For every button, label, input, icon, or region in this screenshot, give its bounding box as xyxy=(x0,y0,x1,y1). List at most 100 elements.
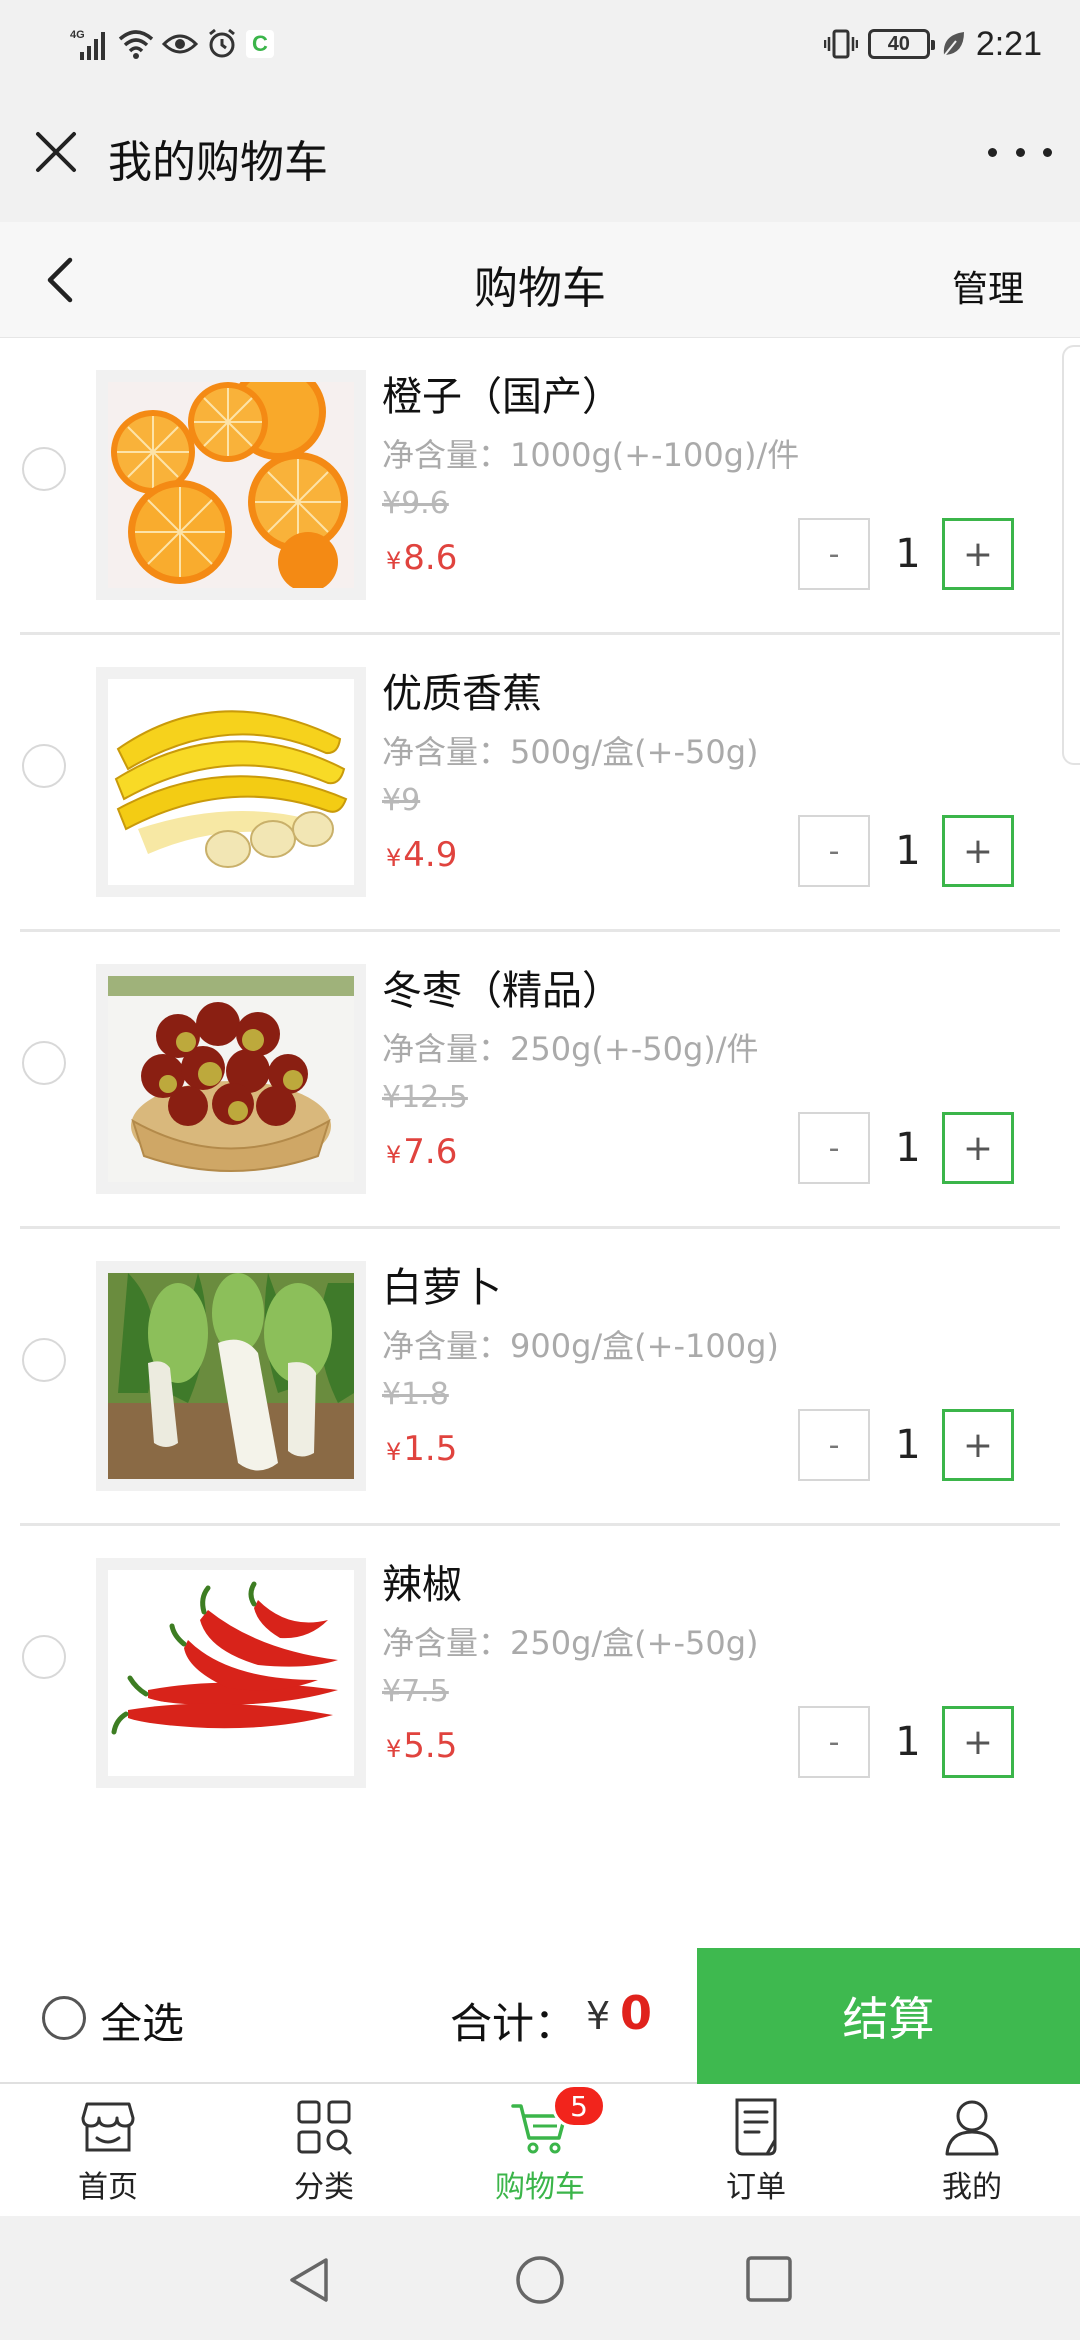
signal-icon: 4G xyxy=(70,29,105,60)
quantity-value: 1 xyxy=(895,1125,921,1171)
decrease-quantity-button[interactable]: - xyxy=(798,1409,870,1481)
bottom-tabbar: 首页 分类 购物车 5 订单 我的 xyxy=(0,2084,1080,2216)
checkout-button[interactable]: 结算 xyxy=(697,1948,1080,2084)
page-navbar: 购物车 管理 xyxy=(0,222,1080,338)
original-price: ¥9.6 xyxy=(382,486,449,521)
select-all-radio[interactable] xyxy=(42,1996,86,2040)
manage-button[interactable]: 管理 xyxy=(952,260,1024,312)
person-icon xyxy=(945,2100,999,2156)
cart-count-badge: 5 xyxy=(552,2084,606,2128)
vibrate-icon xyxy=(823,29,858,59)
current-price: ¥4.9 xyxy=(386,835,458,875)
item-select-radio[interactable] xyxy=(22,1041,66,1085)
close-icon[interactable] xyxy=(28,124,84,180)
product-image-orange[interactable] xyxy=(96,370,366,600)
cart-item: 白萝卜 净含量：900g/盒(+-100g) ¥1.8 ¥1.5 - 1 + xyxy=(20,1229,1060,1526)
product-image-chili[interactable] xyxy=(96,1558,366,1788)
chili-image xyxy=(108,1570,354,1776)
product-spec: 净含量：900g/盒(+-100g) xyxy=(382,1327,779,1365)
product-spec: 净含量：250g/盒(+-50g) xyxy=(382,1624,759,1662)
product-name[interactable]: 辣椒 xyxy=(382,1552,462,1610)
product-spec: 净含量：250g(+-50g)/件 xyxy=(382,1030,759,1068)
decrease-quantity-button[interactable]: - xyxy=(798,1706,870,1778)
decrease-quantity-button[interactable]: - xyxy=(798,815,870,887)
item-select-radio[interactable] xyxy=(22,447,66,491)
status-right: 40 2:21 xyxy=(823,20,1042,68)
total-currency: ¥ xyxy=(586,1994,611,2038)
category-grid-icon xyxy=(297,2100,352,2155)
cart-item: 冬枣（精品） 净含量：250g(+-50g)/件 ¥12.5 ¥7.6 - 1 … xyxy=(20,932,1060,1229)
increase-quantity-button[interactable]: + xyxy=(942,1409,1014,1481)
product-spec: 净含量：1000g(+-100g)/件 xyxy=(382,436,800,474)
item-select-radio[interactable] xyxy=(22,1635,66,1679)
product-name[interactable]: 橙子（国产） xyxy=(382,364,622,422)
system-navigation-bar xyxy=(0,2216,1080,2340)
more-options-icon[interactable] xyxy=(988,128,1052,176)
jujube-image xyxy=(108,976,354,1182)
banana-image xyxy=(108,679,354,885)
product-image-jujube[interactable] xyxy=(96,964,366,1194)
tab-orders-label: 订单 xyxy=(726,2170,786,2205)
tab-home[interactable]: 首页 xyxy=(0,2084,216,2216)
product-spec: 净含量：500g/盒(+-50g) xyxy=(382,733,759,771)
quantity-value: 1 xyxy=(895,1422,921,1468)
store-icon xyxy=(81,2102,135,2152)
quantity-value: 1 xyxy=(895,1719,921,1765)
total-amount: 0 xyxy=(620,1986,653,2040)
original-price: ¥1.8 xyxy=(382,1377,449,1412)
order-list-icon xyxy=(735,2098,777,2156)
increase-quantity-button[interactable]: + xyxy=(942,815,1014,887)
original-price: ¥12.5 xyxy=(382,1080,468,1115)
decrease-quantity-button[interactable]: - xyxy=(798,1112,870,1184)
cart-item: 优质香蕉 净含量：500g/盒(+-50g) ¥9 ¥4.9 - 1 + xyxy=(20,635,1060,932)
tab-category[interactable]: 分类 xyxy=(216,2084,432,2216)
product-name[interactable]: 优质香蕉 xyxy=(382,661,542,719)
product-image-banana[interactable] xyxy=(96,667,366,897)
app-notification-icon: C xyxy=(246,30,274,58)
cart-item: 橙子（国产） 净含量：1000g(+-100g)/件 ¥9.6 ¥8.6 - 1… xyxy=(20,338,1060,635)
system-home-icon[interactable] xyxy=(512,2252,568,2308)
total-label: 合计： xyxy=(450,1999,577,2048)
system-back-icon[interactable] xyxy=(282,2252,338,2308)
tab-cart[interactable]: 购物车 5 xyxy=(432,2084,648,2216)
status-bar: 4G C 40 2:21 xyxy=(0,0,1080,88)
decrease-quantity-button[interactable]: - xyxy=(798,518,870,590)
quantity-value: 1 xyxy=(895,531,921,577)
current-price: ¥1.5 xyxy=(386,1429,458,1469)
increase-quantity-button[interactable]: + xyxy=(942,518,1014,590)
original-price: ¥7.5 xyxy=(382,1674,449,1709)
original-price: ¥9 xyxy=(382,783,421,818)
tab-orders[interactable]: 订单 xyxy=(648,2084,864,2216)
current-price: ¥5.5 xyxy=(386,1726,458,1766)
system-recents-icon[interactable] xyxy=(744,2254,794,2304)
radish-image xyxy=(108,1273,354,1479)
select-all-label[interactable]: 全选 xyxy=(100,1990,184,2051)
product-name[interactable]: 冬枣（精品） xyxy=(382,958,622,1016)
tab-profile-label: 我的 xyxy=(942,2170,1002,2205)
checkout-bar: 全选 合计： ¥ 0 结算 xyxy=(0,1948,1080,2084)
product-image-radish[interactable] xyxy=(96,1261,366,1491)
window-title: 我的购物车 xyxy=(108,137,328,188)
miniprogram-titlebar: 我的购物车 xyxy=(0,88,1080,222)
status-left: 4G C xyxy=(70,22,274,66)
increase-quantity-button[interactable]: + xyxy=(942,1112,1014,1184)
wifi-icon xyxy=(118,30,154,59)
item-select-radio[interactable] xyxy=(22,744,66,788)
alarm-icon xyxy=(209,28,235,58)
current-price: ¥7.6 xyxy=(386,1132,458,1172)
tab-cart-label: 购物车 xyxy=(495,2170,585,2205)
quantity-value: 1 xyxy=(895,828,921,874)
page-title: 购物车 xyxy=(474,263,606,314)
product-name[interactable]: 白萝卜 xyxy=(382,1255,502,1313)
network-type: 4G xyxy=(70,29,85,41)
tab-category-label: 分类 xyxy=(294,2170,354,2205)
tab-home-label: 首页 xyxy=(78,2170,138,2205)
orange-image xyxy=(108,382,354,588)
increase-quantity-button[interactable]: + xyxy=(942,1706,1014,1778)
leaf-icon xyxy=(943,32,964,57)
tab-profile[interactable]: 我的 xyxy=(864,2084,1080,2216)
clock: 2:21 xyxy=(975,24,1042,63)
item-select-radio[interactable] xyxy=(22,1338,66,1382)
cart-item: 辣椒 净含量：250g/盒(+-50g) ¥7.5 ¥5.5 - 1 + xyxy=(20,1526,1060,1823)
eye-icon xyxy=(162,34,198,54)
